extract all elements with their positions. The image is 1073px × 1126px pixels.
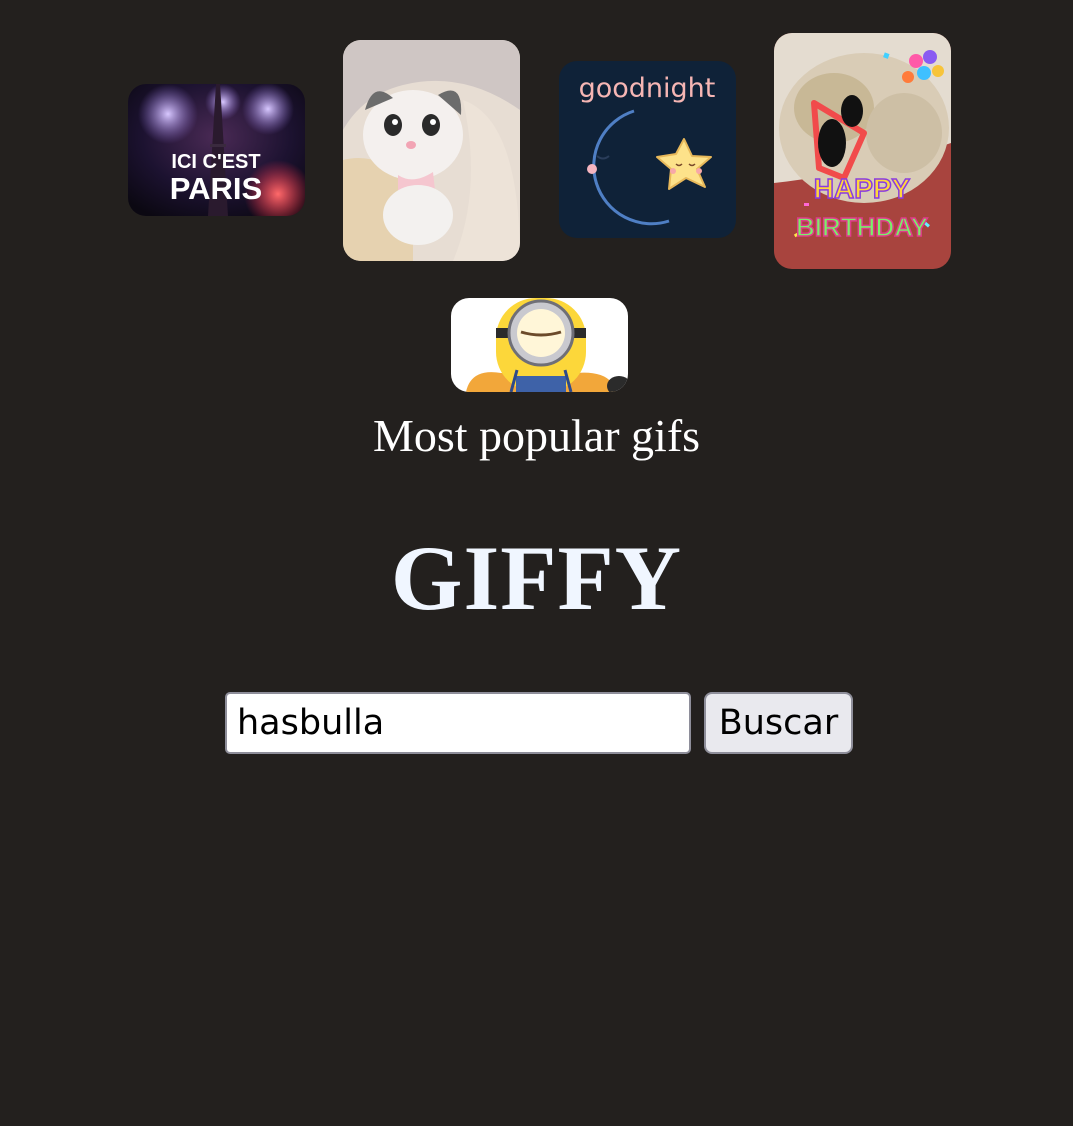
cat-blanket-image: [343, 40, 520, 261]
paris-caption-line2: PARIS: [170, 171, 262, 206]
gif-cat-blanket[interactable]: [343, 40, 520, 261]
birthday-caption-line2: BIRTHDAY: [796, 212, 928, 242]
happy-birthday-image: HAPPY BIRTHDAY: [774, 33, 951, 269]
gif-happy-birthday[interactable]: HAPPY BIRTHDAY: [774, 33, 951, 269]
birthday-caption-line1: HAPPY: [814, 173, 911, 204]
goodnight-caption: goodnight: [579, 73, 716, 104]
gif-minion[interactable]: [451, 298, 628, 392]
section-title: Most popular gifs: [372, 410, 701, 461]
minion-image: [451, 298, 628, 392]
search-input[interactable]: [225, 692, 691, 754]
app-title: GIFFY: [390, 527, 683, 629]
search-button[interactable]: Buscar: [704, 692, 853, 754]
gif-paris-fireworks[interactable]: ICI C'EST PARIS: [128, 84, 305, 216]
gif-goodnight[interactable]: goodnight: [559, 61, 736, 238]
goodnight-image: goodnight: [559, 61, 736, 238]
paris-caption-line1: ICI C'EST: [171, 151, 260, 173]
paris-fireworks-image: ICI C'EST PARIS: [128, 84, 305, 216]
